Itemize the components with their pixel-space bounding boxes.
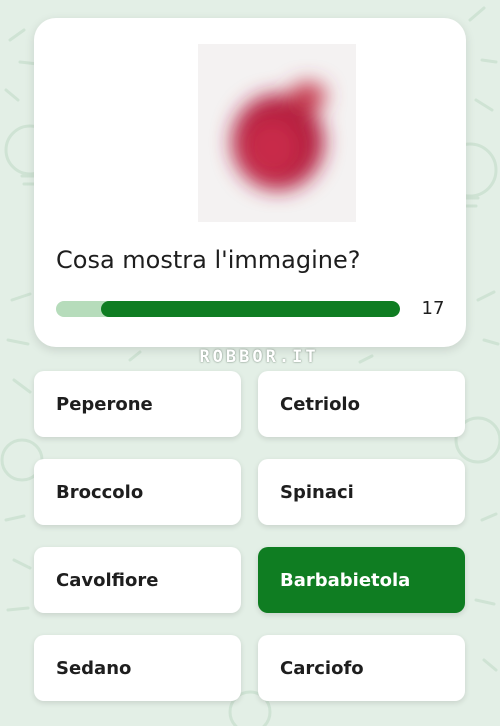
answer-label: Peperone	[56, 393, 153, 415]
timer-progress-bar	[56, 301, 400, 317]
answer-label: Cavolfiore	[56, 569, 159, 591]
timer-progress-fill	[100, 301, 400, 317]
watermark: ROBBOR.IT	[199, 347, 319, 367]
answer-button-selected[interactable]: Barbabietola	[258, 547, 465, 613]
answer-button[interactable]: Peperone	[34, 371, 241, 437]
blurred-red-vegetable-image	[198, 44, 356, 222]
answer-button[interactable]: Cavolfiore	[34, 547, 241, 613]
answer-label: Sedano	[56, 657, 132, 679]
question-text: Cosa mostra l'immagine?	[56, 246, 361, 274]
answer-label: Barbabietola	[280, 569, 411, 591]
answer-button[interactable]: Carciofo	[258, 635, 465, 701]
answer-label: Spinaci	[280, 481, 354, 503]
answer-label: Cetriolo	[280, 393, 360, 415]
answer-label: Broccolo	[56, 481, 144, 503]
question-image	[198, 44, 356, 222]
timer-countdown: 17	[421, 298, 445, 319]
question-card: Cosa mostra l'immagine? 17	[34, 18, 466, 347]
answer-grid: Peperone Cetriolo Broccolo Spinaci Cavol…	[34, 371, 465, 701]
answer-label: Carciofo	[280, 657, 364, 679]
answer-button[interactable]: Sedano	[34, 635, 241, 701]
answer-button[interactable]: Cetriolo	[258, 371, 465, 437]
answer-button[interactable]: Broccolo	[34, 459, 241, 525]
answer-button[interactable]: Spinaci	[258, 459, 465, 525]
